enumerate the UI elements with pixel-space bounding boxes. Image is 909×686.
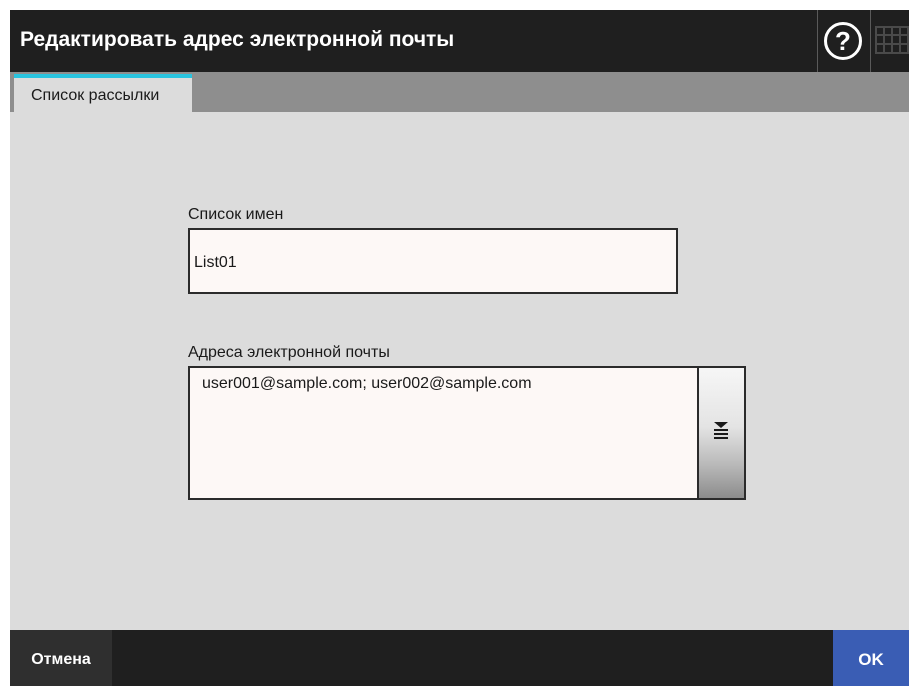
title-bar: Редактировать адрес электронной почты ? xyxy=(10,10,909,72)
bottom-bar: Отмена OK xyxy=(10,630,909,686)
email-addresses-field[interactable]: user001@sample.com; user002@sample.com xyxy=(188,366,746,500)
name-list-field[interactable]: List01 xyxy=(188,228,678,294)
expand-list-button[interactable] xyxy=(697,366,746,500)
keyboard-button[interactable] xyxy=(871,10,909,72)
help-button[interactable]: ? xyxy=(818,10,870,72)
keyboard-icon xyxy=(875,26,909,54)
tab-strip: Список рассылки xyxy=(10,72,909,113)
window-title: Редактировать адрес электронной почты xyxy=(20,28,455,51)
name-list-value: List01 xyxy=(194,254,237,271)
ok-button[interactable]: OK xyxy=(833,630,909,686)
expand-list-icon xyxy=(714,422,728,439)
cancel-button[interactable]: Отмена xyxy=(10,630,112,686)
tab-mailing-list[interactable]: Список рассылки xyxy=(14,74,192,113)
help-icon: ? xyxy=(824,22,862,60)
name-list-label: Список имен xyxy=(188,206,284,223)
email-addresses-label: Адреса электронной почты xyxy=(188,344,390,361)
edit-email-window: Редактировать адрес электронной почты ? … xyxy=(10,10,909,686)
email-addresses-value: user001@sample.com; user002@sample.com xyxy=(202,375,532,392)
tab-label: Список рассылки xyxy=(31,87,160,104)
